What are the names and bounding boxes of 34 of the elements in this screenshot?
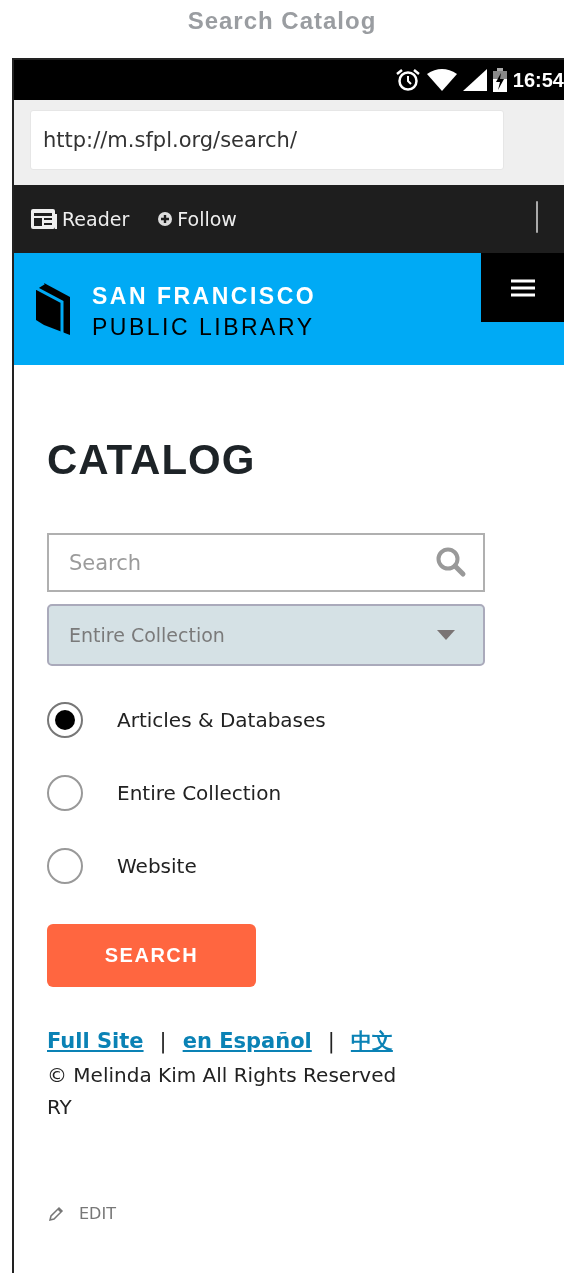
radio-button[interactable] xyxy=(47,775,83,811)
footer-link[interactable]: Full Site xyxy=(47,1029,144,1053)
status-time: 16:54 xyxy=(512,68,564,92)
battery-charging-icon xyxy=(492,68,507,92)
footer-note: RY xyxy=(47,1095,73,1119)
radio-label[interactable]: Entire Collection xyxy=(117,781,282,805)
search-field[interactable]: Search xyxy=(47,533,485,592)
footer-link[interactable]: 中文 xyxy=(350,1027,393,1055)
footer-link[interactable]: en Español xyxy=(182,1029,312,1053)
alarm-clock-icon xyxy=(394,68,421,92)
signal-icon xyxy=(462,69,487,91)
pencil-icon xyxy=(47,1204,65,1223)
library-name: SAN FRANCISCO xyxy=(92,282,317,311)
radio-button[interactable] xyxy=(47,702,83,738)
separator: | xyxy=(159,1029,167,1053)
copyright-text: © Melinda Kim All Rights Reserved xyxy=(47,1063,398,1087)
edit-link[interactable]: EDIT xyxy=(47,1204,116,1223)
reader-button[interactable]: Reader xyxy=(30,208,130,230)
follow-button[interactable]: Follow xyxy=(157,208,237,230)
newspaper-icon xyxy=(30,208,58,230)
library-name-subtitle: PUBLIC LIBRARY xyxy=(92,313,316,342)
radio-label[interactable]: Website xyxy=(117,854,197,878)
address-field[interactable]: http://m.sfpl.org/search/ xyxy=(30,110,504,170)
page-title: CATALOG xyxy=(47,435,257,485)
menu-icon xyxy=(510,278,535,297)
menu-button[interactable] xyxy=(481,253,564,322)
radio-label[interactable]: Articles & Databases xyxy=(117,708,326,732)
separator: | xyxy=(327,1029,335,1053)
caret-icon xyxy=(437,630,455,640)
radio-button[interactable] xyxy=(47,848,83,884)
plus-icon xyxy=(157,211,174,227)
search-icon xyxy=(435,546,467,578)
page-caption: Search Catalog xyxy=(186,6,378,36)
wifi-icon xyxy=(426,69,457,91)
